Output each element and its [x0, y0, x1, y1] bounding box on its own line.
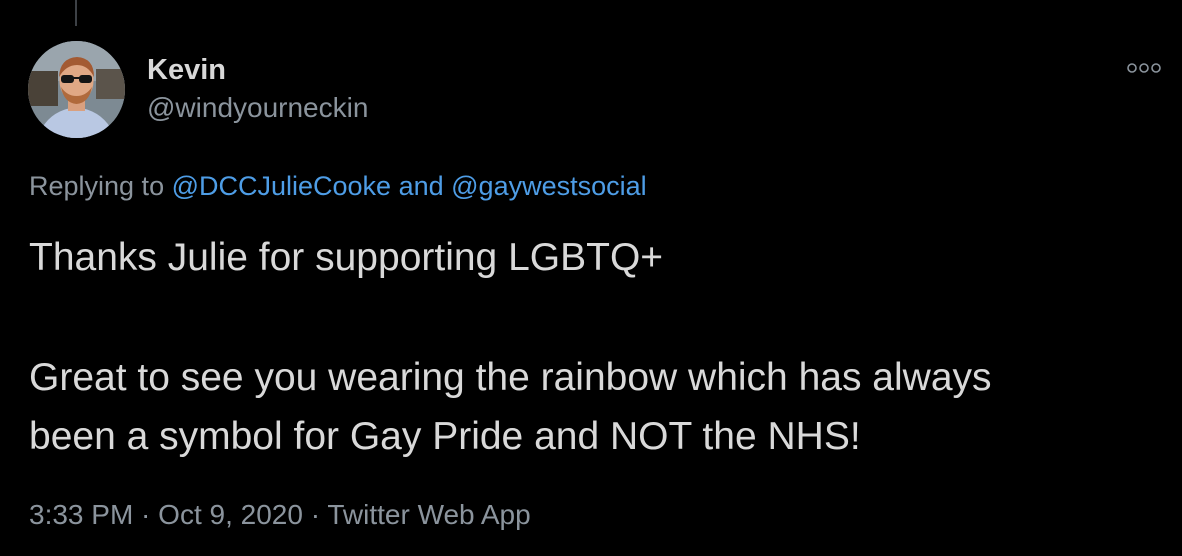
author-name[interactable]: Kevin — [147, 53, 226, 87]
avatar-photo — [28, 41, 125, 138]
tweet-text-line-3: been a symbol for Gay Pride and NOT the … — [29, 415, 861, 458]
tweet-date[interactable]: Oct 9, 2020 — [158, 499, 303, 530]
tweet-text-line-2: Great to see you wearing the rainbow whi… — [29, 356, 992, 399]
replying-to-line: Replying to @DCCJulieCooke and @gaywests… — [29, 169, 647, 203]
tweet-source-app[interactable]: Twitter Web App — [327, 499, 530, 530]
meta-separator: · — [133, 499, 159, 530]
mention-link-dccjuliecooke[interactable]: @DCCJulieCooke — [172, 171, 391, 201]
avatar[interactable] — [28, 41, 125, 138]
author-handle[interactable]: @windyourneckin — [147, 91, 368, 125]
mention-link-gaywestsocial[interactable]: @gaywestsocial — [451, 171, 647, 201]
replying-conjunction: and — [391, 171, 452, 201]
thread-connector-line — [75, 0, 77, 26]
more-options-icon[interactable] — [1126, 60, 1162, 76]
replying-to-label: Replying to — [29, 171, 172, 201]
meta-separator: · — [302, 499, 328, 530]
tweet-card: Kevin @windyourneckin Replying to @DCCJu… — [0, 0, 1182, 556]
tweet-time[interactable]: 3:33 PM — [29, 499, 133, 530]
tweet-text-line-1: Thanks Julie for supporting LGBTQ+ — [29, 236, 664, 279]
tweet-metadata: 3:33 PM · Oct 9, 2020 · Twitter Web App — [29, 498, 531, 532]
